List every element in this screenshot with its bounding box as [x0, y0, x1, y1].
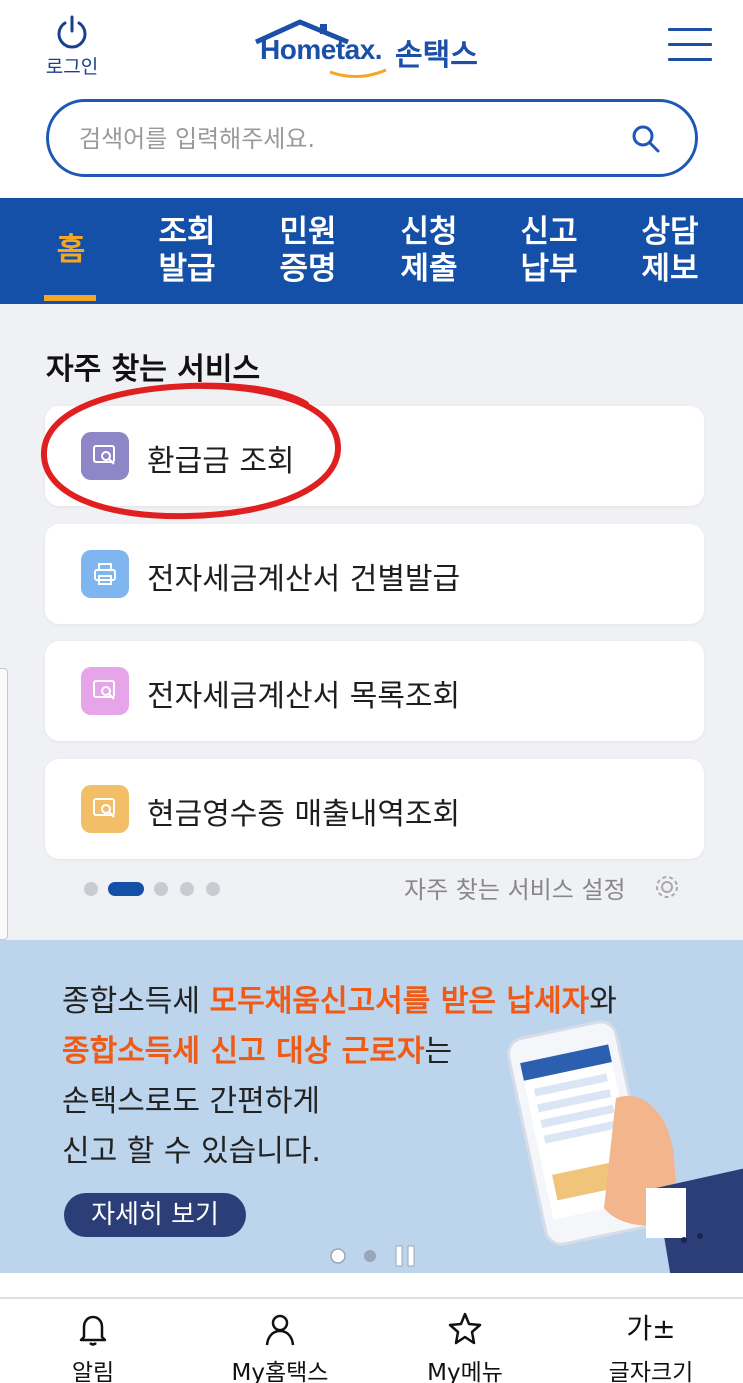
banner-line-3: 손택스로도 간편하게: [62, 1084, 320, 1119]
tab-civil-certificate[interactable]: 민원 증명: [263, 214, 353, 288]
page-dot[interactable]: [206, 882, 220, 896]
banner-pagination: [330, 1244, 420, 1272]
details-button[interactable]: 자세히 보기: [64, 1193, 246, 1237]
tab-my-menu[interactable]: My메뉴: [390, 1311, 540, 1383]
active-tab-indicator: [44, 295, 96, 301]
banner-line-2: 종합소득세 신고 대상 근로자는: [62, 1034, 453, 1069]
service-card-label: 전자세금계산서 목록조회: [147, 679, 461, 714]
frequent-settings-link[interactable]: 자주 찾는 서비스 설정: [404, 870, 626, 905]
main-nav: 홈 조회 발급 민원 증명 신청 제출 신고 납부 상담 제보: [0, 198, 743, 304]
side-drawer-handle[interactable]: [0, 668, 8, 940]
tab-label: 글자크기: [608, 1360, 694, 1383]
app-header: 로그인 Hometax. 손택스: [0, 0, 743, 90]
search-bar[interactable]: [46, 99, 698, 177]
page-dot[interactable]: [84, 882, 98, 896]
bottom-tab-bar: 알림 My홈택스 My메뉴 가± 글자크기: [0, 1297, 743, 1383]
banner-line-1: 종합소득세 모두채움신고서를 받은 납세자와: [62, 984, 617, 1019]
tab-notifications[interactable]: 알림: [18, 1311, 168, 1383]
pause-icon: [395, 1245, 403, 1267]
gear-icon[interactable]: [652, 872, 682, 902]
logo-text-ko: 손택스: [395, 38, 478, 73]
tab-report-payment[interactable]: 신고 납부: [504, 214, 594, 288]
service-card-label: 현금영수증 매출내역조회: [147, 797, 461, 832]
page-dot-active[interactable]: [108, 882, 144, 896]
search-icon[interactable]: [631, 124, 661, 154]
phone-in-hand-illustration: [506, 1020, 743, 1273]
login-label: 로그인: [45, 56, 99, 78]
search-document-icon: [81, 432, 129, 480]
search-input[interactable]: [79, 120, 619, 158]
bell-icon: [79, 1315, 107, 1346]
tab-consult-report[interactable]: 상담 제보: [625, 214, 715, 288]
service-card-etax-invoice-issue[interactable]: 전자세금계산서 건별발급: [45, 524, 704, 624]
page-dot[interactable]: [154, 882, 168, 896]
page-dot[interactable]: [180, 882, 194, 896]
star-icon: [448, 1312, 482, 1345]
logo-text-en: Hometax.: [260, 34, 383, 65]
printer-icon: [81, 550, 129, 598]
hamburger-menu-icon[interactable]: [668, 28, 712, 68]
tab-label: My메뉴: [427, 1360, 503, 1383]
power-icon: [57, 15, 87, 49]
tab-label: 알림: [71, 1360, 115, 1383]
login-button[interactable]: 로그인: [40, 14, 104, 79]
tab-application-submit[interactable]: 신청 제출: [384, 214, 474, 288]
tab-my-hometax[interactable]: My홈택스: [205, 1311, 355, 1383]
service-card-cash-receipt-sales[interactable]: 현금영수증 매출내역조회: [45, 759, 704, 859]
banner-dot-active: [330, 1248, 346, 1264]
tab-inquiry-issue[interactable]: 조회 발급: [142, 214, 232, 288]
banner-line-4: 신고 할 수 있습니다.: [62, 1134, 321, 1169]
promo-banner[interactable]: 종합소득세 모두채움신고서를 받은 납세자와 종합소득세 신고 대상 근로자는 …: [0, 940, 743, 1273]
frequent-services-section: 자주 찾는 서비스 환급금 조회 전자세금계산서 건별발급 전자세금계산서 목록…: [0, 304, 743, 940]
service-card-label: 전자세금계산서 건별발급: [147, 562, 461, 597]
tab-font-size[interactable]: 가± 글자크기: [576, 1311, 726, 1383]
tab-label: My홈택스: [231, 1360, 329, 1383]
spacer: [0, 1273, 743, 1297]
service-card-refund-inquiry[interactable]: 환급금 조회: [45, 406, 704, 506]
banner-dot: [364, 1250, 376, 1262]
hometax-logo[interactable]: Hometax. 손택스: [252, 18, 502, 78]
search-document-icon: [81, 667, 129, 715]
service-card-etax-invoice-list[interactable]: 전자세금계산서 목록조회: [45, 641, 704, 741]
search-document-icon: [81, 785, 129, 833]
person-icon: [265, 1314, 295, 1346]
logo-swoosh: [329, 68, 387, 78]
font-size-icon: 가±: [626, 1312, 676, 1345]
section-title: 자주 찾는 서비스: [46, 352, 261, 387]
service-card-label: 환급금 조회: [147, 444, 295, 479]
tab-home[interactable]: 홈: [26, 214, 116, 269]
